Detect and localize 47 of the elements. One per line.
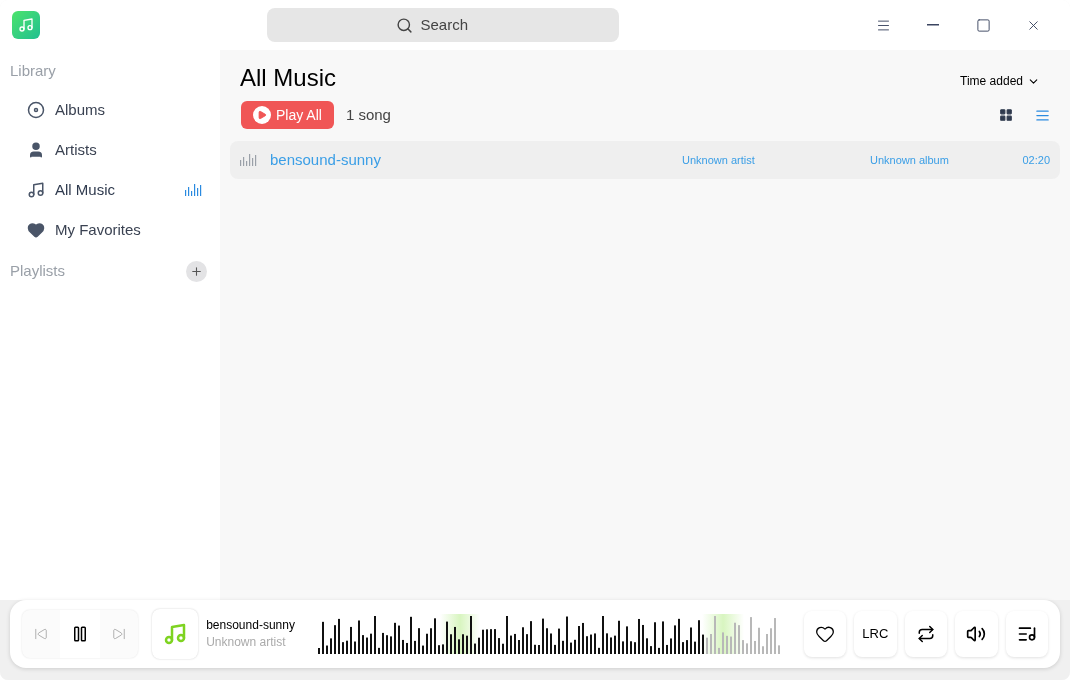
heart-icon <box>814 624 835 644</box>
disc-icon <box>27 101 45 119</box>
sidebar-item[interactable]: All Music <box>0 170 220 210</box>
add-playlist-button[interactable] <box>186 260 207 282</box>
app-logo-icon <box>12 11 40 39</box>
search-input[interactable]: Search <box>420 13 491 37</box>
sidebar-item[interactable]: Artists <box>0 130 220 170</box>
playlist-icon <box>1016 624 1037 644</box>
sidebar-item[interactable]: My Favorites <box>0 210 220 250</box>
repeat-button[interactable] <box>904 611 948 657</box>
song-count: 1 song <box>345 104 391 125</box>
music-note-icon <box>27 181 45 199</box>
pause-button[interactable] <box>60 610 100 658</box>
song-album: Unknown album <box>870 152 950 168</box>
minimize-icon <box>927 24 939 26</box>
maximize-icon <box>975 17 991 33</box>
plus-icon <box>190 264 203 278</box>
track-title: bensound-sunny <box>206 617 296 634</box>
song-artist: Unknown artist <box>682 152 756 168</box>
track-artist: Unknown artist <box>206 634 287 651</box>
list-icon <box>1034 107 1050 123</box>
favorite-button[interactable] <box>803 611 847 657</box>
person-icon <box>27 141 45 159</box>
repeat-icon <box>916 625 935 643</box>
equalizer-icon <box>185 184 203 196</box>
sort-dropdown[interactable]: Time added <box>960 72 1040 90</box>
search-icon <box>395 16 413 34</box>
music-note-icon <box>163 622 188 646</box>
previous-icon <box>34 627 48 641</box>
menu-icon <box>875 17 891 33</box>
next-icon <box>112 627 126 641</box>
volume-icon <box>966 624 987 644</box>
volume-button[interactable] <box>955 611 998 657</box>
playlist-button[interactable] <box>1005 611 1048 657</box>
page-title: All Music <box>240 63 336 93</box>
equalizer-icon <box>240 154 258 166</box>
sidebar-item[interactable]: Albums <box>0 90 220 130</box>
lyrics-button[interactable]: LRC <box>854 611 897 657</box>
section-heading: Library <box>9 61 57 80</box>
section-heading: Playlists <box>10 261 65 281</box>
heart-icon <box>27 221 45 239</box>
pause-icon <box>71 625 89 643</box>
play-icon <box>253 106 271 124</box>
song-duration: 02:20 <box>1021 152 1050 168</box>
search-field[interactable]: Search <box>267 8 619 42</box>
grid-icon <box>999 108 1013 122</box>
song-title: bensound-sunny <box>270 149 382 170</box>
